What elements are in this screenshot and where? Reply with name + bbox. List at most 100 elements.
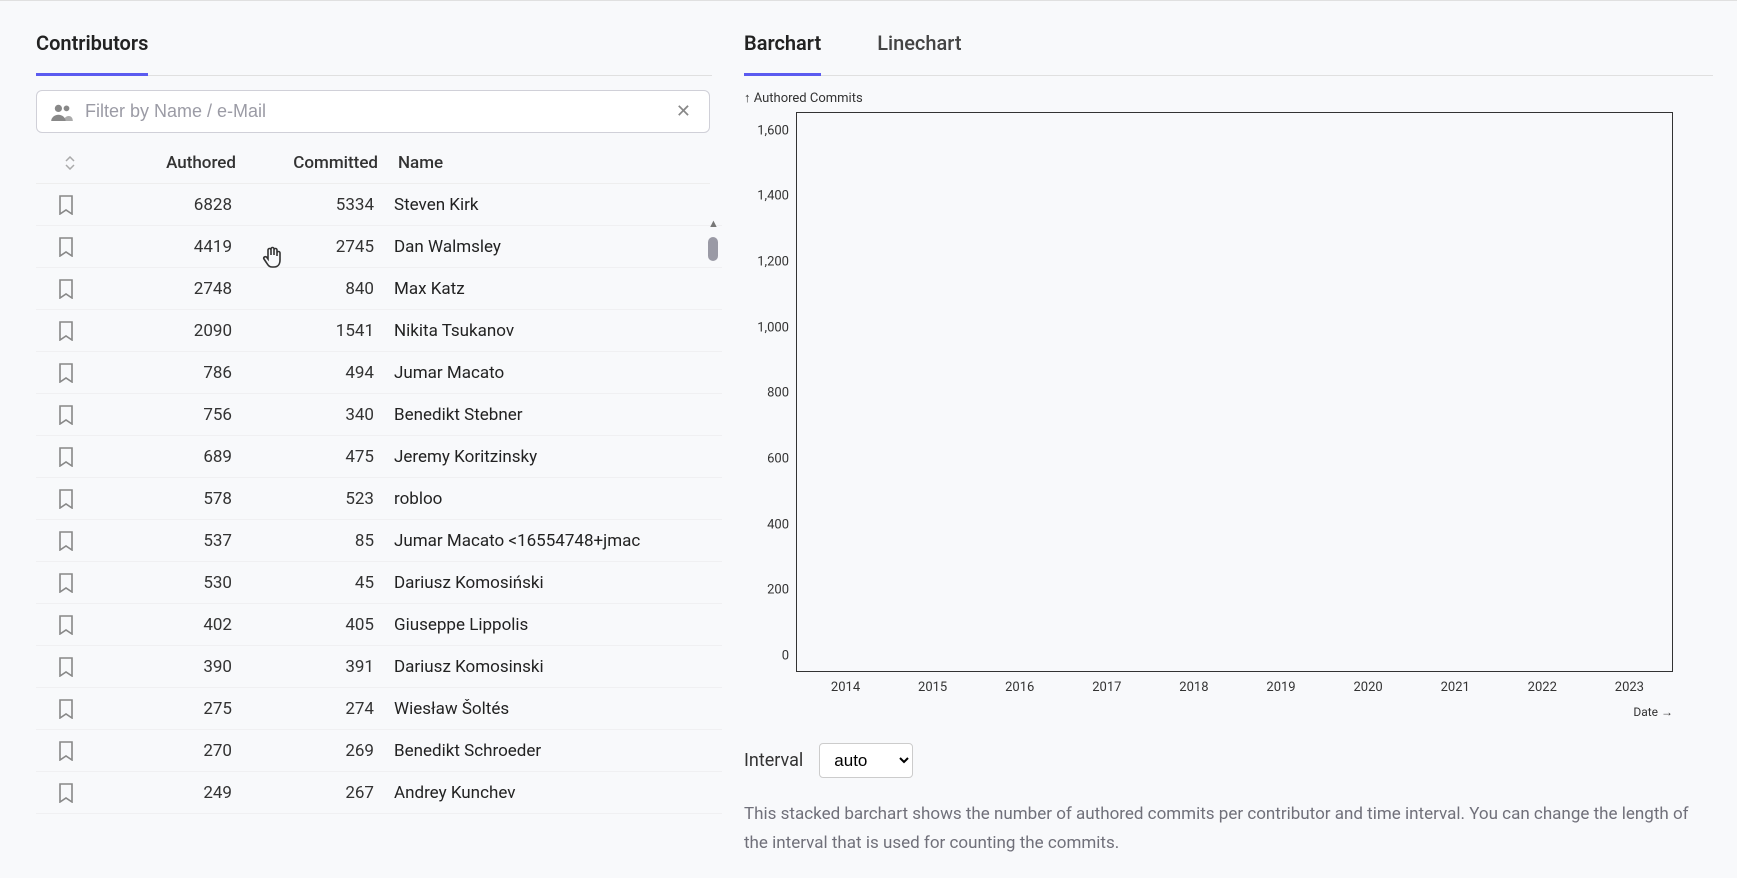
cell-authored: 537 <box>96 531 254 551</box>
col-committed[interactable]: Committed <box>258 153 398 173</box>
x-tick: 2018 <box>1150 680 1237 695</box>
y-tick: 0 <box>782 649 789 664</box>
bookmark-icon[interactable] <box>36 279 96 299</box>
y-tick: 800 <box>767 386 789 401</box>
left-tabs: Contributors <box>36 25 712 76</box>
interval-select[interactable]: auto <box>819 743 913 778</box>
cell-committed: 267 <box>254 783 394 803</box>
bookmark-icon[interactable] <box>36 699 96 719</box>
table-row[interactable]: 689475Jeremy Koritzinsky <box>36 436 722 478</box>
y-tick: 1,200 <box>757 255 789 270</box>
cell-authored: 402 <box>96 615 254 635</box>
table-row[interactable]: 53785Jumar Macato <16554748+jmac <box>36 520 722 562</box>
cell-authored: 249 <box>96 783 254 803</box>
cell-committed: 45 <box>254 573 394 593</box>
cell-authored: 2748 <box>96 279 254 299</box>
bookmark-icon[interactable] <box>36 657 96 677</box>
sort-icon[interactable] <box>40 156 100 170</box>
bookmark-icon[interactable] <box>36 447 96 467</box>
table-row[interactable]: 53045Dariusz Komosiński <box>36 562 722 604</box>
chart-area: 02004006008001,0001,2001,4001,600 <box>796 112 1673 672</box>
cell-name: Benedikt Stebner <box>394 405 722 425</box>
table-row[interactable]: 68285334Steven Kirk <box>36 184 722 226</box>
bookmark-icon[interactable] <box>36 237 96 257</box>
tab-contributors[interactable]: Contributors <box>36 25 148 76</box>
cell-committed: 269 <box>254 741 394 761</box>
clear-icon[interactable]: ✕ <box>672 101 695 122</box>
table-row[interactable]: 44192745Dan Walmsley <box>36 226 722 268</box>
cell-authored: 756 <box>96 405 254 425</box>
table-row[interactable]: 402405Giuseppe Lippolis <box>36 604 722 646</box>
cell-authored: 275 <box>96 699 254 719</box>
y-tick: 600 <box>767 452 789 467</box>
cell-authored: 390 <box>96 657 254 677</box>
cell-committed: 840 <box>254 279 394 299</box>
search-input[interactable] <box>85 101 672 122</box>
cell-committed: 274 <box>254 699 394 719</box>
cell-name: Nikita Tsukanov <box>394 321 722 341</box>
bookmark-icon[interactable] <box>36 783 96 803</box>
cell-committed: 391 <box>254 657 394 677</box>
bookmark-icon[interactable] <box>36 741 96 761</box>
cell-authored: 6828 <box>96 195 254 215</box>
x-tick: 2021 <box>1412 680 1499 695</box>
bookmark-icon[interactable] <box>36 195 96 215</box>
search-box: ✕ <box>36 90 710 133</box>
y-tick: 1,000 <box>757 320 789 335</box>
tab-linechart[interactable]: Linechart <box>877 25 961 76</box>
table-row[interactable]: 270269Benedikt Schroeder <box>36 730 722 772</box>
cell-name: Dan Walmsley <box>394 237 722 257</box>
cell-committed: 1541 <box>254 321 394 341</box>
cell-authored: 689 <box>96 447 254 467</box>
cell-name: Dariusz Komosinski <box>394 657 722 677</box>
scroll-thumb[interactable] <box>708 237 718 261</box>
table-row[interactable]: 786494Jumar Macato <box>36 352 722 394</box>
bookmark-icon[interactable] <box>36 573 96 593</box>
x-tick: 2022 <box>1499 680 1586 695</box>
col-authored[interactable]: Authored <box>100 153 258 173</box>
table-row[interactable]: 275274Wiesław Šoltés <box>36 688 722 730</box>
table-row[interactable]: 756340Benedikt Stebner <box>36 394 722 436</box>
scroll-up-icon[interactable]: ▲ <box>708 217 719 230</box>
x-axis-title: Date → <box>744 705 1673 719</box>
bookmark-icon[interactable] <box>36 489 96 509</box>
cell-name: Jumar Macato <16554748+jmac <box>394 531 722 551</box>
table-row[interactable]: 20901541Nikita Tsukanov <box>36 310 722 352</box>
y-axis-title: ↑ Authored Commits <box>744 90 1713 106</box>
table-row[interactable]: 249267Andrey Kunchev <box>36 772 722 814</box>
table-row[interactable]: 2748840Max Katz <box>36 268 722 310</box>
cell-name: Andrey Kunchev <box>394 783 722 803</box>
chart-bars <box>803 113 1666 671</box>
interval-label: Interval <box>744 750 803 771</box>
scrollbar[interactable]: ▲ <box>706 219 720 819</box>
bookmark-icon[interactable] <box>36 321 96 341</box>
tab-barchart[interactable]: Barchart <box>744 25 821 76</box>
cell-name: Jeremy Koritzinsky <box>394 447 722 467</box>
table-row[interactable]: 578523robloo <box>36 478 722 520</box>
cell-committed: 5334 <box>254 195 394 215</box>
cell-name: Jumar Macato <box>394 363 722 383</box>
x-tick: 2023 <box>1586 680 1673 695</box>
y-axis: 02004006008001,0001,2001,4001,600 <box>745 113 795 671</box>
cell-committed: 2745 <box>254 237 394 257</box>
x-axis: 2014201520162017201820192020202120222023 <box>802 672 1673 695</box>
x-tick: 2014 <box>802 680 889 695</box>
col-name[interactable]: Name <box>398 153 710 173</box>
bookmark-icon[interactable] <box>36 615 96 635</box>
table-header: Authored Committed Name <box>36 143 710 184</box>
cell-committed: 494 <box>254 363 394 383</box>
cell-name: robloo <box>394 489 722 509</box>
cell-authored: 578 <box>96 489 254 509</box>
x-tick: 2015 <box>889 680 976 695</box>
table-row[interactable]: 390391Dariusz Komosinski <box>36 646 722 688</box>
cell-committed: 85 <box>254 531 394 551</box>
people-icon <box>51 103 73 121</box>
bookmark-icon[interactable] <box>36 363 96 383</box>
x-tick: 2016 <box>976 680 1063 695</box>
bookmark-icon[interactable] <box>36 531 96 551</box>
cell-authored: 530 <box>96 573 254 593</box>
cell-committed: 405 <box>254 615 394 635</box>
cell-name: Giuseppe Lippolis <box>394 615 722 635</box>
bookmark-icon[interactable] <box>36 405 96 425</box>
chart-tabs: Barchart Linechart <box>744 25 1713 76</box>
